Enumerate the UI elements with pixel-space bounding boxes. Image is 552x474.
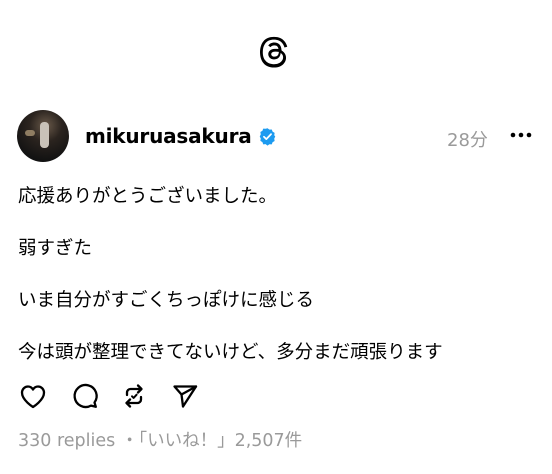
post-stats[interactable]: 330 replies ・「いいね！」2,507件 <box>18 427 302 452</box>
avatar-detail <box>25 130 35 136</box>
verified-badge-icon <box>259 127 275 146</box>
threads-logo-icon[interactable] <box>258 36 292 70</box>
post-text-line: いま自分がすごくちっぽけに感じる <box>18 290 315 311</box>
post-time: 28分 <box>447 130 488 151</box>
username[interactable]: mikuruasakura <box>85 124 277 148</box>
post-text-line: 今は頭が整理できてないけど、多分まだ頑張ります <box>18 342 443 363</box>
comment-icon[interactable] <box>70 381 100 411</box>
username-text[interactable]: mikuruasakura <box>85 124 252 148</box>
repost-icon[interactable] <box>119 381 149 411</box>
more-options-icon[interactable] <box>510 132 532 138</box>
avatar[interactable] <box>17 110 69 162</box>
heart-icon[interactable] <box>18 381 48 411</box>
avatar-figure <box>40 122 49 148</box>
post-text-line: 弱すぎた <box>18 238 93 259</box>
share-icon[interactable] <box>170 381 200 411</box>
post-text-line: 応援ありがとうございました。 <box>18 186 278 207</box>
